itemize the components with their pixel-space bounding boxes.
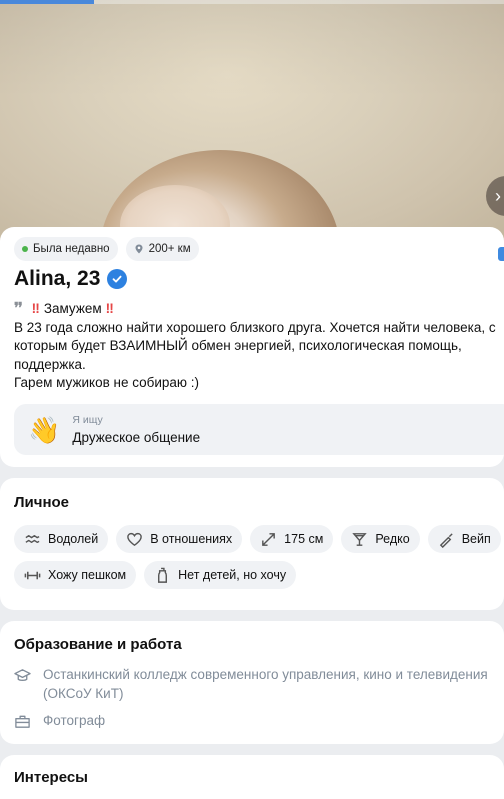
- bio-line: поддержка.: [14, 356, 86, 372]
- interests-section: Интересы: [0, 755, 504, 799]
- tag-zodiac: Водолей: [14, 525, 109, 553]
- education-name: Останкинский колледж современного управл…: [43, 667, 488, 682]
- education-section: Образование и работа Останкинский коллед…: [0, 621, 504, 744]
- graduation-cap-icon: [14, 669, 31, 682]
- double-exclamation-icon: ‼: [105, 301, 114, 316]
- bio-line: В 23 года сложно найти хорошего близкого…: [14, 319, 496, 335]
- verified-icon: [107, 269, 128, 289]
- location-pin-icon: [135, 244, 143, 254]
- waving-hand-icon: 👋: [28, 414, 61, 445]
- tag-alcohol: Редко: [341, 525, 420, 553]
- tag-sport: Хожу пешком: [14, 561, 137, 589]
- profile-photo[interactable]: ›: [0, 0, 504, 245]
- profile-card: Была недавно 200+ км Alina, 23 ❜❜ ‼ Заму…: [0, 227, 504, 467]
- personal-section: Личное Водолей В отношениях 175 см Редко…: [0, 478, 504, 610]
- online-status-badge: Была недавно: [14, 237, 118, 261]
- zodiac-aquarius-icon: [25, 534, 40, 543]
- bio-line: Гарем мужиков не собираю :): [14, 375, 200, 390]
- profile-name: Alina, 23: [14, 267, 101, 290]
- vape-icon: [439, 532, 453, 548]
- profile-bio: ❜❜ ‼ Замужем ‼ В 23 года сложно найти хо…: [14, 300, 498, 393]
- briefcase-icon: [15, 715, 30, 728]
- education-item: Останкинский колледж современного управл…: [14, 666, 500, 703]
- online-status-text: Была недавно: [33, 243, 110, 255]
- tag-height: 175 см: [250, 525, 334, 553]
- baby-bottle-icon: [158, 567, 168, 583]
- glass-icon: [352, 532, 368, 546]
- distance-badge: 200+ км: [125, 237, 199, 261]
- heart-icon: [127, 532, 143, 546]
- bio-headline: Замужем: [43, 301, 102, 316]
- seeking-label: Я ищу: [72, 414, 103, 426]
- education-name-short: (ОКСоУ КиТ): [43, 685, 124, 701]
- section-title: Личное: [14, 494, 70, 511]
- tag-smoking: Вейп: [427, 525, 501, 553]
- chevron-right-icon: ›: [495, 185, 501, 206]
- job-item: Фотограф: [14, 712, 500, 731]
- seeking-box: 👋 Я ищу Дружеское общение: [14, 404, 504, 455]
- bio-line: которым будет ВЗАИМНЫЙ обмен энергией, п…: [14, 338, 462, 353]
- tag-children: Нет детей, но хочу: [144, 561, 297, 589]
- section-title: Образование и работа: [14, 636, 182, 653]
- badge-icon: [498, 247, 504, 261]
- distance-text: 200+ км: [148, 243, 191, 255]
- height-arrows-icon: [262, 532, 276, 546]
- dumbbell-icon: [24, 571, 41, 579]
- online-dot-icon: [22, 246, 28, 252]
- tag-relationship: В отношениях: [116, 525, 243, 553]
- quote-icon: ❜❜: [14, 300, 23, 317]
- seeking-value: Дружеское общение: [72, 430, 201, 445]
- double-exclamation-icon: ‼: [31, 301, 40, 316]
- job-title: Фотограф: [43, 713, 106, 728]
- section-title: Интересы: [14, 769, 88, 786]
